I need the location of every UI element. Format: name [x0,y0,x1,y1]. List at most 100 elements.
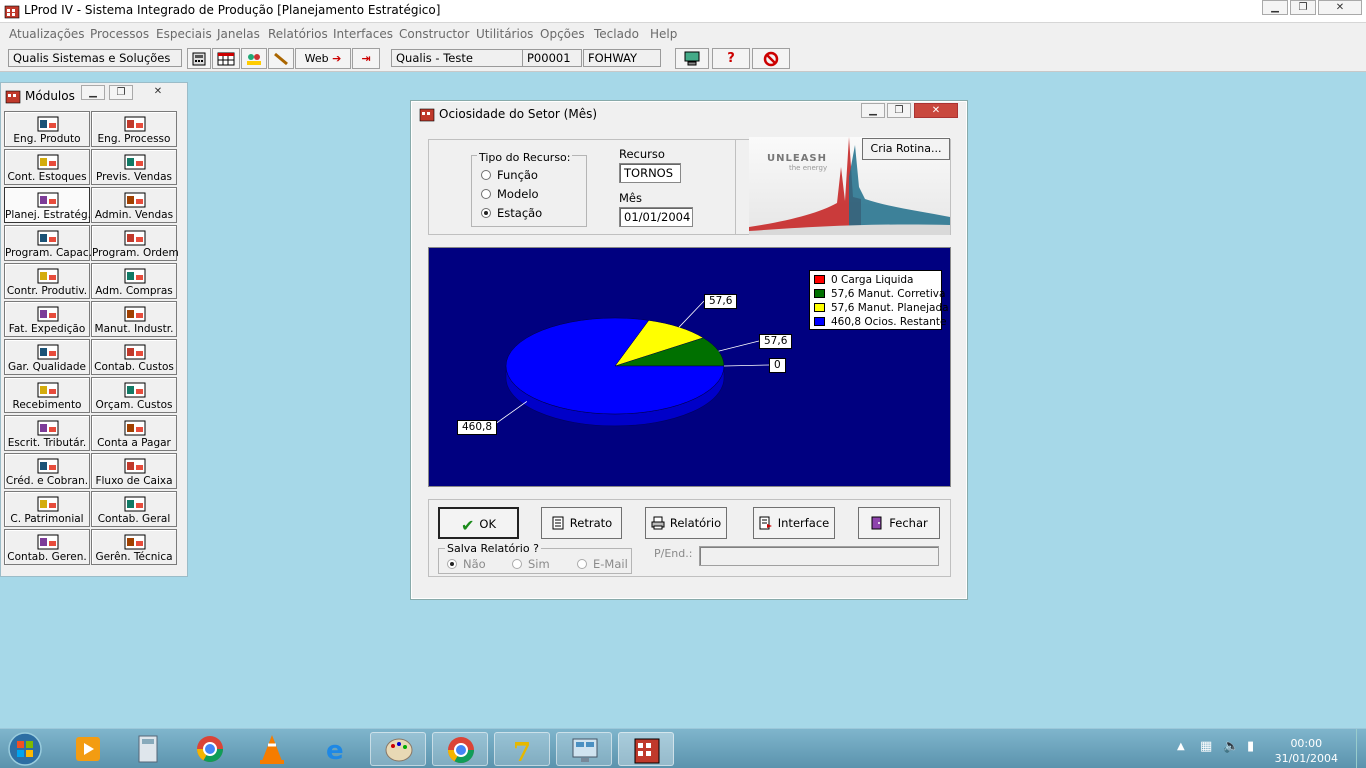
radio-modelo-label: Modelo [497,187,539,201]
lprod-taskbar-icon[interactable] [618,732,674,766]
module-contab-custos[interactable]: Contab. Custos [91,339,177,375]
pencil-icon[interactable] [268,48,294,69]
fechar-button[interactable]: Fechar [858,507,940,539]
module-orcam-custos[interactable]: Orçam. Custos [91,377,177,413]
module-fluxo-de-caixa[interactable]: Fluxo de Caixa [91,453,177,489]
legend-label: 57,6 Manut. Planejada [831,302,949,314]
menu-atualizacoes[interactable]: Atualizações [9,27,85,41]
menu-processos[interactable]: Processos [90,27,149,41]
module-label: Recebimento [12,399,82,411]
control-panel-icon[interactable] [556,732,612,766]
maximize-icon[interactable]: ❐ [1290,0,1316,15]
modules-panel: Módulos ▁ ❐ ✕ Eng. Produto Eng. Processo C… [0,82,188,577]
radio-sim[interactable]: Sim [512,557,550,571]
dialog-maximize-icon[interactable]: ❐ [887,103,911,118]
close-icon[interactable]: ✕ [1318,0,1362,15]
start-button[interactable] [4,730,46,768]
exit-icon[interactable]: ⇥ [352,48,380,69]
mes-input[interactable]: 01/01/2004 [619,207,693,227]
dialog-minimize-icon[interactable]: ▁ [861,103,885,118]
module-contab-geren-icon [34,532,62,552]
radio-nao-circle [447,559,457,569]
dialog-close-icon[interactable]: ✕ [914,103,958,118]
module-conta-a-pagar[interactable]: Conta a Pagar [91,415,177,451]
menu-opcoes[interactable]: Opções [540,27,585,41]
menu-teclado[interactable]: Teclado [594,27,639,41]
web-button[interactable]: Web ➔ [295,48,351,69]
menu-help[interactable]: Help [650,27,677,41]
radio-funcao[interactable]: Função [481,168,538,182]
calculator-icon[interactable] [187,48,211,69]
menu-constructor[interactable]: Constructor [399,27,469,41]
module-planej-estrateg[interactable]: Planej. Estratég. [4,187,91,223]
clock-date: 31/01/2004 [1274,752,1338,765]
radio-estacao[interactable]: Estação [481,206,542,220]
module-eng-processo[interactable]: Eng. Processo [91,111,177,147]
chrome-open-icon[interactable] [432,732,488,766]
cria-rotina-button[interactable]: Cria Rotina... [862,138,950,160]
radio-nao[interactable]: Não [447,557,486,571]
volume-icon[interactable]: 🔈 [1223,739,1239,754]
internet-explorer-icon[interactable]: e [308,732,364,766]
module-contab-geral[interactable]: Contab. Geral [91,491,177,527]
battery-icon[interactable]: ▮ [1247,739,1254,754]
retrato-button[interactable]: Retrato [541,507,622,539]
module-admin-vendas[interactable]: Admin. Vendas [91,187,177,223]
module-contr-produtiv[interactable]: Contr. Produtiv. [4,263,90,299]
printer-icon [651,516,665,530]
ok-button[interactable]: ✔ OK [438,507,519,539]
module-geren-tecnica-icon [121,532,149,552]
pend-input[interactable] [699,546,939,566]
paint-icon[interactable] [370,732,426,766]
tray-arrow-icon[interactable]: ▲ [1177,741,1185,752]
module-recebimento[interactable]: Recebimento [4,377,90,413]
ok-label: OK [479,517,496,531]
leader-line [718,340,760,352]
module-manut-industr[interactable]: Manut. Industr. [91,301,177,337]
module-gar-qualidade[interactable]: Gar. Qualidade [4,339,90,375]
modules-maximize-icon[interactable]: ❐ [109,85,133,100]
module-cont-estoques[interactable]: Cont. Estoques [4,149,90,185]
vlc-icon[interactable] [244,732,300,766]
menu-janelas[interactable]: Janelas [217,27,260,41]
network-icon[interactable]: ▦ [1200,739,1212,754]
menu-relatorios[interactable]: Relatórios [268,27,328,41]
calculator-taskbar-icon[interactable] [120,732,176,766]
module-c-patrimonial[interactable]: C. Patrimonial [4,491,90,527]
radio-email[interactable]: E-Mail [577,557,628,571]
show-desktop-button[interactable] [1356,729,1366,768]
module-label: Contab. Geren. [7,551,87,563]
module-contab-geren[interactable]: Contab. Geren. [4,529,90,565]
radio-modelo[interactable]: Modelo [481,187,539,201]
menu-utilitarios[interactable]: Utilitários [476,27,533,41]
module-program-ordem[interactable]: Program. Ordem [91,225,179,261]
calendar-icon[interactable] [212,48,240,69]
menu-especiais[interactable]: Especiais [156,27,212,41]
module-eng-produto[interactable]: Eng. Produto [4,111,90,147]
module-cred-e-cobran[interactable]: Créd. e Cobran. [4,453,90,489]
interface-button[interactable]: Interface [753,507,835,539]
chrome-icon[interactable] [182,732,238,766]
module-previs-vendas[interactable]: Previs. Vendas [91,149,177,185]
minimize-icon[interactable]: ▁ [1262,0,1288,15]
relatorio-button[interactable]: Relatório [645,507,727,539]
clock[interactable]: 00:00 31/01/2004 [1275,736,1338,766]
recurso-input[interactable]: TORNOS [619,163,681,183]
computer-icon[interactable] [675,48,709,69]
module-program-capac[interactable]: Program. Capac. [4,225,92,261]
menu-interfaces[interactable]: Interfaces [333,27,393,41]
power-icon[interactable] [752,48,790,69]
leader-line [678,300,705,328]
help-icon[interactable]: ? [712,48,750,69]
media-player-icon[interactable] [60,732,116,766]
modules-close-icon[interactable]: ✕ [141,85,175,100]
module-contab-custos-icon [121,342,149,362]
module-escrit-tributar[interactable]: Escrit. Tributár. [4,415,90,451]
users-icon[interactable] [241,48,267,69]
modules-minimize-icon[interactable]: ▁ [81,85,105,100]
salva-relatorio-label: Salva Relatório ? [445,542,541,555]
module-geren-tecnica[interactable]: Gerên. Técnica [91,529,177,565]
module-fat-expedicao[interactable]: Fat. Expedição [4,301,90,337]
7zip-icon[interactable]: 7 [494,732,550,768]
module-adm-compras[interactable]: Adm. Compras [91,263,177,299]
